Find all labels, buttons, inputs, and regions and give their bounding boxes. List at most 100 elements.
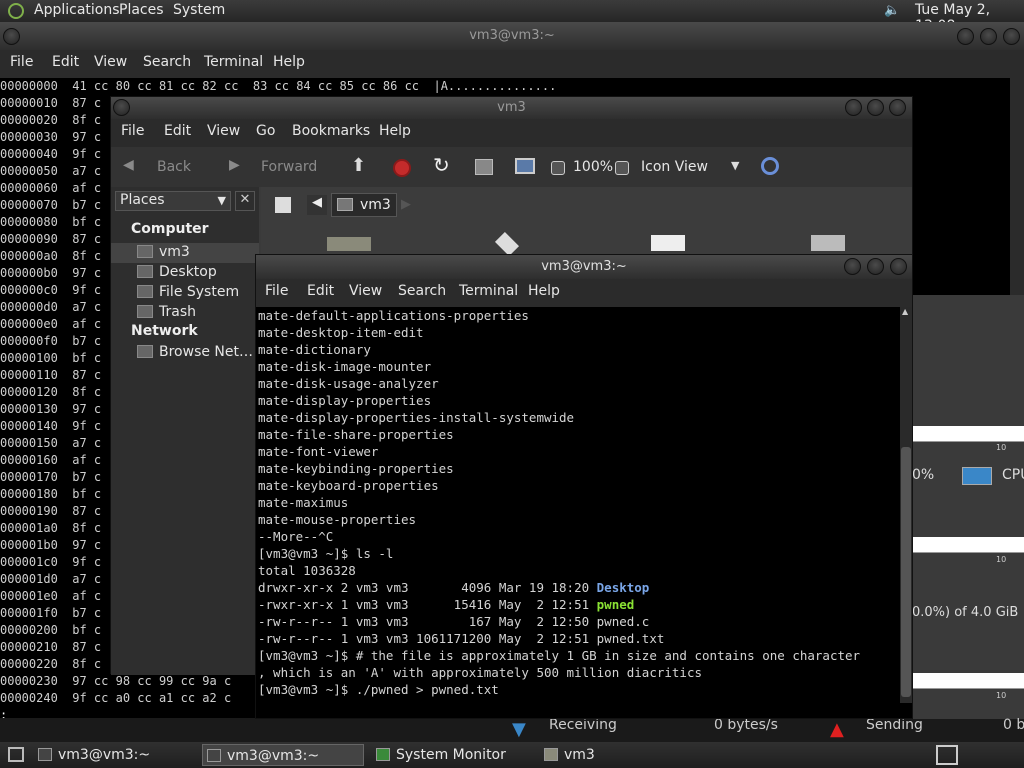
menu-go[interactable]: Go: [256, 123, 275, 139]
sidebar-item-vm3[interactable]: vm3: [137, 244, 190, 260]
text-file-icon[interactable]: [811, 235, 845, 251]
up-arrow-icon[interactable]: ⬆: [351, 155, 366, 176]
back-terminal-menubar: File Edit View Search Terminal Help: [0, 50, 1024, 78]
graph-tick: 10: [996, 691, 1007, 700]
minimize-button[interactable]: [844, 258, 861, 275]
terminal-line: mate-dictionary: [258, 342, 371, 357]
taskbar-label: vm3: [564, 747, 595, 763]
menu-search[interactable]: Search: [398, 283, 446, 299]
sidebar-item-desktop[interactable]: Desktop: [137, 264, 217, 280]
network-icon: [137, 345, 153, 358]
menu-view[interactable]: View: [207, 123, 240, 139]
search-icon[interactable]: [761, 157, 779, 175]
close-sidebar-button[interactable]: ✕: [235, 191, 255, 211]
sidebar-item-trash[interactable]: Trash: [137, 304, 196, 320]
sending-label: Sending: [866, 717, 923, 733]
file-manager-title: vm3: [497, 100, 526, 115]
file-manager-toolbar: ◀ Back ▶ Forward ⬆ ↻ 100% Icon View ▼: [111, 147, 912, 187]
file-manager-titlebar[interactable]: vm3: [111, 97, 912, 119]
close-button[interactable]: [889, 99, 906, 116]
zoom-in-icon[interactable]: [615, 161, 629, 175]
window-menu-button[interactable]: [113, 99, 130, 116]
edit-location-icon[interactable]: [275, 197, 291, 213]
zoom-level: 100%: [573, 159, 614, 175]
forward-button[interactable]: Forward: [261, 159, 317, 175]
terminal-line: [vm3@vm3 ~]$ # the file is approximately…: [258, 648, 861, 663]
close-button[interactable]: [1003, 28, 1020, 45]
maximize-button[interactable]: [980, 28, 997, 45]
path-forward-arrow-icon[interactable]: ▶: [401, 197, 411, 212]
menu-terminal[interactable]: Terminal: [204, 54, 263, 70]
terminal-output[interactable]: mate-default-applications-properties mate…: [258, 307, 900, 703]
menu-file[interactable]: File: [121, 123, 144, 139]
menu-edit[interactable]: Edit: [52, 54, 79, 70]
menu-edit[interactable]: Edit: [164, 123, 191, 139]
menu-help[interactable]: Help: [273, 54, 305, 70]
maximize-button[interactable]: [867, 258, 884, 275]
workspace-switcher-icon[interactable]: [936, 745, 958, 765]
sidebar-item-label: File System: [159, 284, 240, 300]
folder-icon: [544, 748, 558, 761]
show-desktop-icon[interactable]: [8, 747, 24, 762]
cpu-color-swatch[interactable]: [962, 467, 992, 485]
menu-edit[interactable]: Edit: [307, 283, 334, 299]
terminal-line: mate-keyboard-properties: [258, 478, 439, 493]
scrollbar-thumb[interactable]: [901, 447, 911, 697]
forward-arrow-icon[interactable]: ▶: [229, 157, 240, 173]
menu-search[interactable]: Search: [143, 54, 191, 70]
back-terminal-titlebar[interactable]: vm3@vm3:~: [0, 22, 1024, 50]
menu-view[interactable]: View: [349, 283, 382, 299]
computer-icon[interactable]: [515, 158, 535, 174]
taskbar-item-vm3[interactable]: vm3: [540, 744, 700, 766]
chevron-down-icon[interactable]: ▼: [731, 159, 739, 172]
minimize-button[interactable]: [845, 99, 862, 116]
text-file-icon[interactable]: [651, 235, 685, 251]
sidebar-item-label: Desktop: [159, 264, 217, 280]
menu-help[interactable]: Help: [528, 283, 560, 299]
view-mode-select[interactable]: Icon View: [641, 159, 708, 175]
reload-icon[interactable]: ↻: [433, 153, 450, 177]
terminal-line: [vm3@vm3 ~]$ ./pwned > pwned.txt: [258, 682, 499, 697]
memory-usage-text: 0.0%) of 4.0 GiB: [912, 605, 1019, 620]
path-button-label: vm3: [360, 197, 391, 213]
terminal-scrollbar[interactable]: ▲: [900, 307, 912, 703]
places-menu[interactable]: Places: [119, 2, 164, 18]
scroll-up-arrow-icon[interactable]: ▲: [902, 307, 908, 316]
menu-file[interactable]: File: [265, 283, 288, 299]
terminal-line: , which is an 'A' with approximately 500…: [258, 665, 703, 680]
taskbar-item-system-monitor[interactable]: System Monitor: [372, 744, 532, 766]
terminal-line: mate-font-viewer: [258, 444, 379, 459]
taskbar-item-terminal-1[interactable]: vm3@vm3:~: [34, 744, 194, 766]
menu-view[interactable]: View: [94, 54, 127, 70]
close-button[interactable]: [890, 258, 907, 275]
stop-icon[interactable]: [393, 159, 411, 177]
maximize-button[interactable]: [867, 99, 884, 116]
zoom-out-icon[interactable]: [551, 161, 565, 175]
system-monitor-icon: [376, 748, 390, 761]
volume-icon[interactable]: 🔈: [884, 3, 902, 19]
system-menu[interactable]: System: [173, 2, 225, 18]
minimize-button[interactable]: [957, 28, 974, 45]
terminal-titlebar[interactable]: vm3@vm3:~: [256, 255, 912, 279]
folder-icon[interactable]: [327, 237, 371, 251]
ls-filename: pwned.c: [596, 614, 650, 629]
window-menu-button[interactable]: [3, 28, 20, 45]
taskbar-item-terminal-2[interactable]: vm3@vm3:~: [202, 744, 364, 766]
menu-bookmarks[interactable]: Bookmarks: [292, 123, 370, 139]
menu-help[interactable]: Help: [379, 123, 411, 139]
path-back-arrow-icon[interactable]: ◀: [307, 195, 327, 215]
back-arrow-icon[interactable]: ◀: [123, 157, 134, 173]
back-button[interactable]: Back: [157, 159, 191, 175]
graph-tick: 10: [996, 443, 1007, 452]
file-icon[interactable]: [494, 231, 520, 257]
applications-menu[interactable]: Applications: [34, 2, 120, 18]
home-icon[interactable]: [475, 159, 493, 175]
section-heading-network: Network: [131, 323, 198, 339]
mate-logo-icon[interactable]: [8, 3, 24, 19]
sidebar-item-browse-network[interactable]: Browse Net…: [137, 344, 253, 360]
places-selector[interactable]: Places ▼: [115, 191, 231, 211]
menu-terminal[interactable]: Terminal: [459, 283, 518, 299]
sidebar-item-file-system[interactable]: File System: [137, 284, 239, 300]
menu-file[interactable]: File: [10, 54, 33, 70]
places-label: Places: [120, 192, 165, 208]
